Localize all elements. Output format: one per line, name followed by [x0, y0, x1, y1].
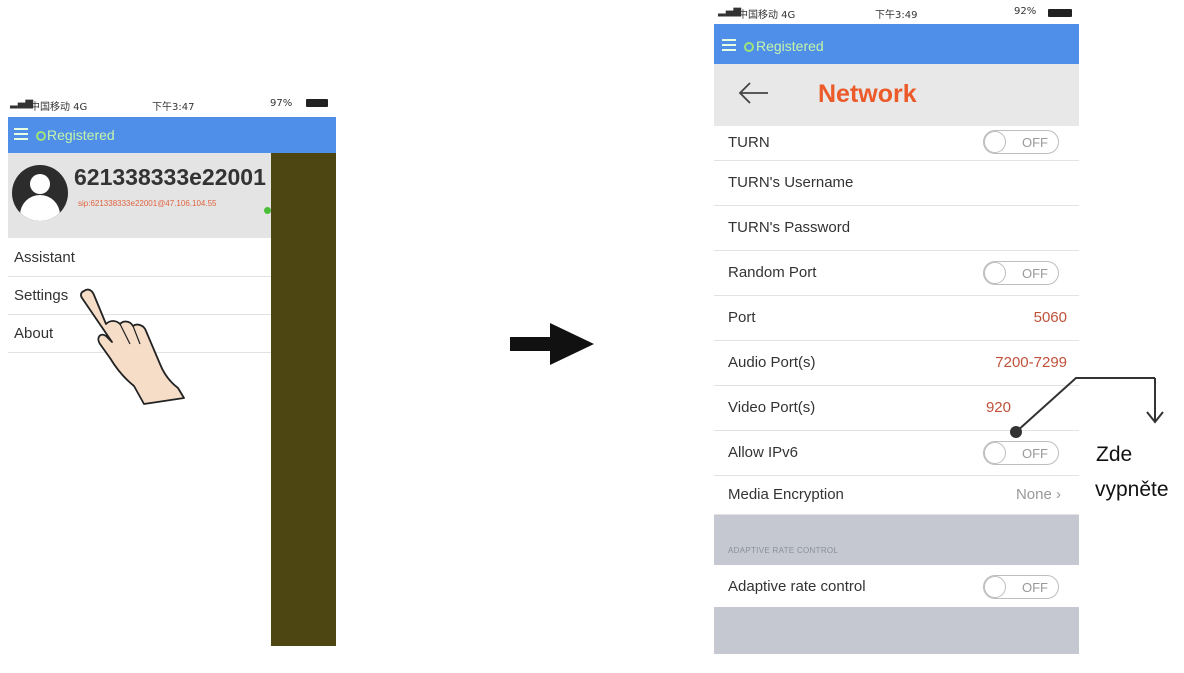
right-phone-screenshot: ▂▄▆ 中国移动 4G 下午3:49 92% Registered Networ… [714, 0, 1079, 654]
row-label: Random Port [728, 264, 817, 281]
row-label: TURN's Username [728, 174, 854, 191]
random-port-row: Random Port OFF [714, 251, 1079, 296]
clock: 下午3:49 [875, 10, 918, 21]
section-header-label: ADAPTIVE RATE CONTROL [728, 546, 839, 555]
app-bar: Registered [714, 24, 1079, 64]
carrier-label: 中国移动 4G [738, 10, 796, 21]
battery-icon [1048, 9, 1072, 17]
row-label: Video Port(s) [728, 399, 816, 416]
port-row[interactable]: Port 5060 [714, 296, 1079, 341]
row-label: Media Encryption [728, 486, 844, 503]
turn-username-row[interactable]: TURN's Username [714, 161, 1079, 206]
registration-status: Registered [47, 127, 115, 143]
registration-status: Registered [756, 38, 824, 54]
callout-line-1: Zde [1096, 443, 1133, 466]
video-ports-row[interactable]: Video Port(s) 920 [714, 386, 1079, 431]
media-encryption-row[interactable]: Media Encryption None › [714, 476, 1079, 515]
audio-ports-row[interactable]: Audio Port(s) 7200-7299 [714, 341, 1079, 386]
turn-toggle[interactable]: OFF [983, 130, 1059, 154]
right-arrow-icon [510, 323, 594, 365]
row-label: Port [728, 309, 756, 326]
online-status-icon [264, 207, 271, 214]
drawer-overlay[interactable] [271, 153, 336, 646]
left-phone-screenshot: ▂▄▆ 中国移动 4G 下午3:47 97% Registered 621338… [8, 96, 336, 646]
random-port-toggle[interactable]: OFF [983, 261, 1059, 285]
app-bar: Registered [8, 117, 336, 153]
status-bar: ▂▄▆ 中国移动 4G 下午3:49 92% [714, 0, 1079, 24]
media-encryption-value: None › [1015, 486, 1061, 503]
video-ports-value: 920 [985, 399, 1011, 416]
avatar-icon [12, 165, 68, 221]
clock: 下午3:47 [152, 102, 195, 113]
row-label: Audio Port(s) [728, 354, 816, 371]
row-label: TURN's Password [728, 219, 851, 236]
adaptive-rate-toggle[interactable]: OFF [983, 575, 1059, 599]
page-title: Network [818, 80, 917, 108]
back-arrow-icon[interactable] [736, 80, 770, 106]
menu-item-label: Settings [14, 287, 69, 304]
menu-item-label: Assistant [14, 249, 75, 266]
profile-header[interactable]: 621338333e22001 sip:621338333e22001@47.1… [8, 153, 271, 238]
audio-ports-value: 7200-7299 [995, 354, 1067, 371]
hamburger-icon[interactable] [722, 39, 736, 51]
row-label: Adaptive rate control [728, 578, 866, 595]
status-bar: ▂▄▆ 中国移动 4G 下午3:47 97% [8, 96, 336, 113]
profile-sip-address: sip:621338333e22001@47.106.104.55 [78, 199, 217, 208]
battery-level: 97% [270, 98, 293, 109]
callout-line-2: vypněte [1095, 478, 1169, 501]
adaptive-rate-row: Adaptive rate control OFF [714, 565, 1079, 607]
port-value: 5060 [1033, 309, 1067, 326]
registered-dot-icon [36, 131, 46, 141]
battery-icon [306, 99, 328, 107]
menu-item-assistant[interactable]: Assistant [8, 239, 271, 277]
bottom-band [714, 607, 1079, 654]
carrier-label: 中国移动 4G [30, 102, 88, 113]
turn-password-row[interactable]: TURN's Password [714, 206, 1079, 251]
registered-dot-icon [744, 42, 754, 52]
profile-name: 621338333e22001 [74, 164, 266, 190]
hamburger-icon[interactable] [14, 128, 28, 140]
row-label: Allow IPv6 [728, 444, 799, 461]
pointing-hand-icon [80, 288, 185, 405]
allow-ipv6-toggle[interactable]: OFF [983, 441, 1059, 465]
title-bar: Network [714, 64, 1079, 126]
menu-item-label: About [14, 325, 54, 342]
section-header: ADAPTIVE RATE CONTROL [714, 515, 1079, 565]
turn-row: TURN OFF [714, 126, 1079, 161]
row-label: TURN [728, 134, 770, 151]
allow-ipv6-row: Allow IPv6 OFF [714, 431, 1079, 476]
down-arrow-icon [1146, 378, 1164, 424]
battery-level: 92% [1014, 6, 1037, 17]
